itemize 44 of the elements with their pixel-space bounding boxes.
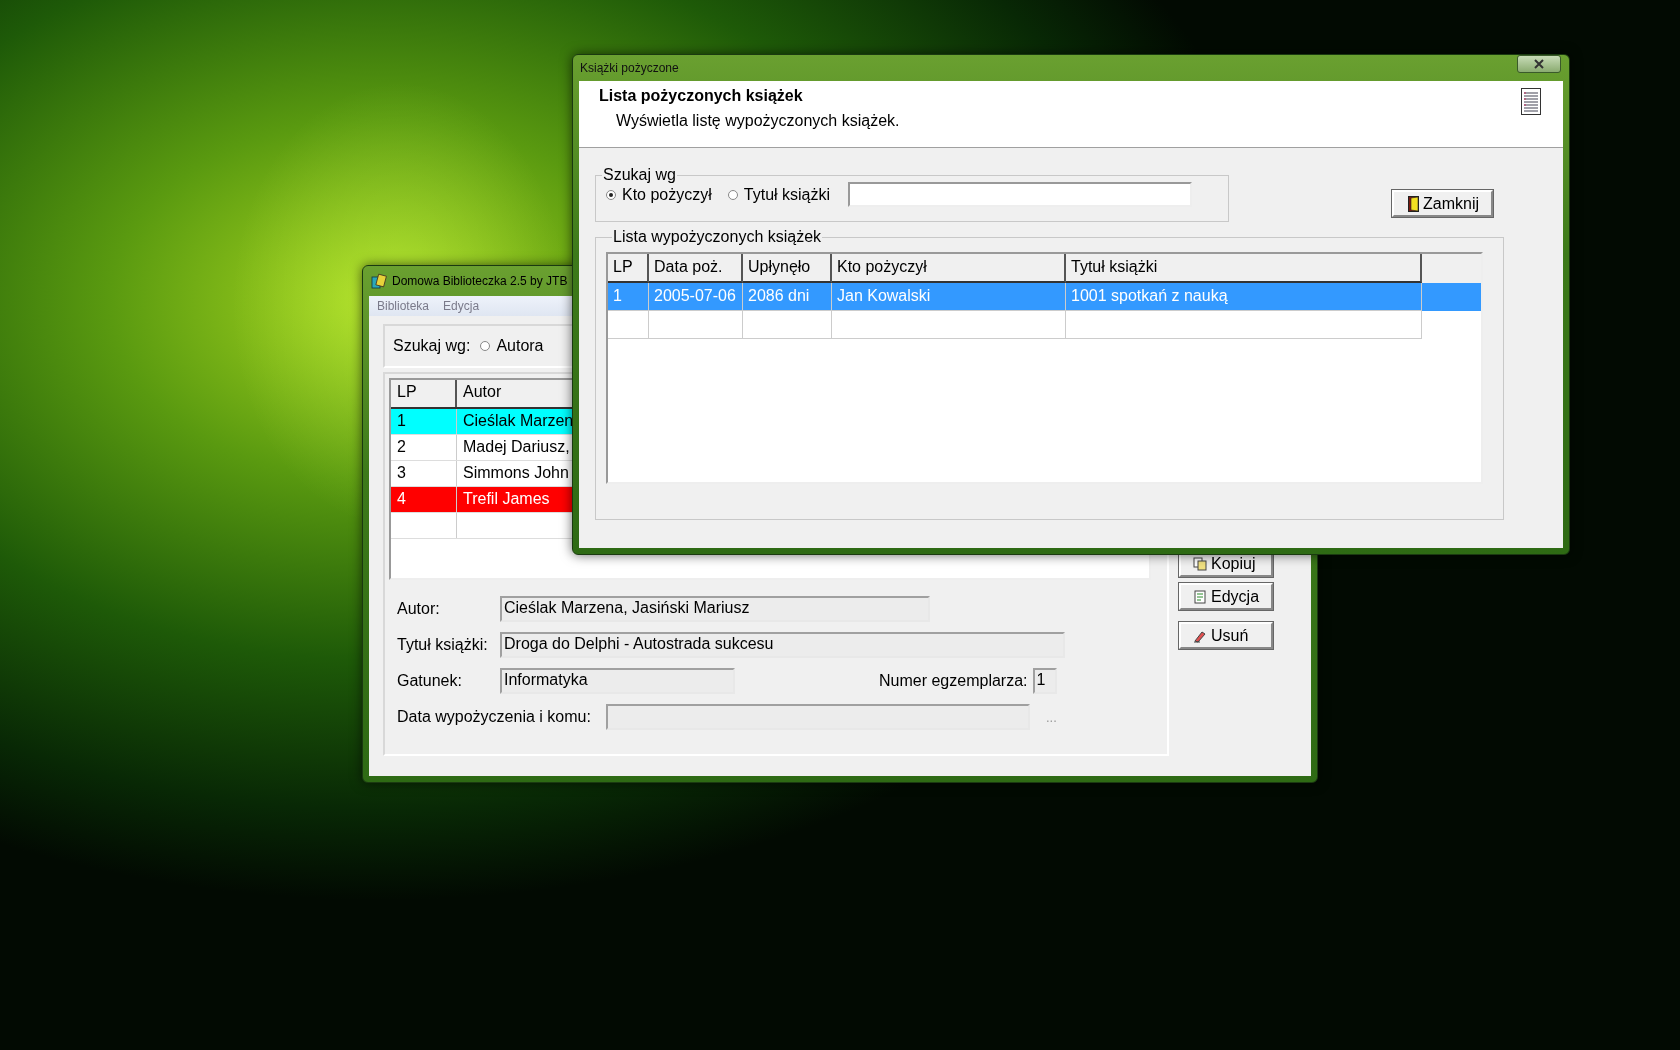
group-label: Lista wypożyczonych książek <box>612 228 823 246</box>
field-label: Numer egzemplarza: <box>879 672 1028 690</box>
table-cell: 2086 dni <box>743 283 832 311</box>
field-label: Gatunek: <box>397 672 463 690</box>
close-dialog-button[interactable]: Zamknij <box>1392 190 1493 217</box>
table-cell: 3 <box>391 461 457 486</box>
table-cell: 1 <box>391 409 457 434</box>
table-cell: 1 <box>608 283 649 311</box>
books-icon <box>371 273 387 289</box>
genre-field[interactable]: Informatyka <box>500 668 735 694</box>
radio-option[interactable]: Autora <box>480 337 544 355</box>
search-field[interactable] <box>848 182 1193 207</box>
table-cell: Jan Kowalski <box>832 283 1066 311</box>
copy-number-field[interactable]: 1 <box>1032 668 1057 694</box>
table-cell: 1001 spotkań z nauką <box>1066 283 1422 311</box>
menu-item[interactable]: Biblioteka <box>377 299 430 313</box>
close-icon <box>1534 59 1544 69</box>
group-label: Szukaj wg <box>602 166 677 184</box>
copy-icon <box>1193 556 1207 571</box>
dialog-description: Wyświetla listę wypożyczonych książek. <box>615 112 900 130</box>
dialog-heading: Lista pożyczonych książek <box>599 87 804 105</box>
author-field[interactable]: Cieślak Marzena, Jasiński Mariusz <box>500 596 930 622</box>
list-icon <box>1521 88 1541 115</box>
column-header[interactable]: LP <box>391 380 457 407</box>
radio-option[interactable]: Tytuł książki <box>727 185 831 204</box>
menu-item[interactable]: Edycja <box>443 299 480 313</box>
loan-field[interactable] <box>606 704 1030 730</box>
table-cell: 2005-07-06 <box>649 283 743 311</box>
title-field[interactable]: Droga do Delphi - Autostrada sukcesu <box>500 632 1065 658</box>
action-button[interactable]: Usuń <box>1179 622 1273 649</box>
radio-option[interactable]: Kto pożyczył <box>606 185 712 204</box>
action-button[interactable]: Edycja <box>1179 583 1273 610</box>
window-title: Książki pożyczone <box>579 61 679 75</box>
window-title: Domowa Biblioteczka 2.5 by JTB <box>392 274 568 288</box>
empty-cell <box>608 311 649 339</box>
close-button[interactable] <box>1517 55 1561 73</box>
field-label: Autor: <box>397 600 441 618</box>
field-label: Tytuł książki: <box>397 636 489 654</box>
document-icon <box>1193 589 1207 604</box>
field-label: Data wypożyczenia i komu: <box>397 708 592 726</box>
table-cell: 4 <box>391 487 457 512</box>
door-icon <box>1408 195 1419 212</box>
table-cell: 2 <box>391 435 457 460</box>
search-label: Szukaj wg: <box>393 337 471 355</box>
